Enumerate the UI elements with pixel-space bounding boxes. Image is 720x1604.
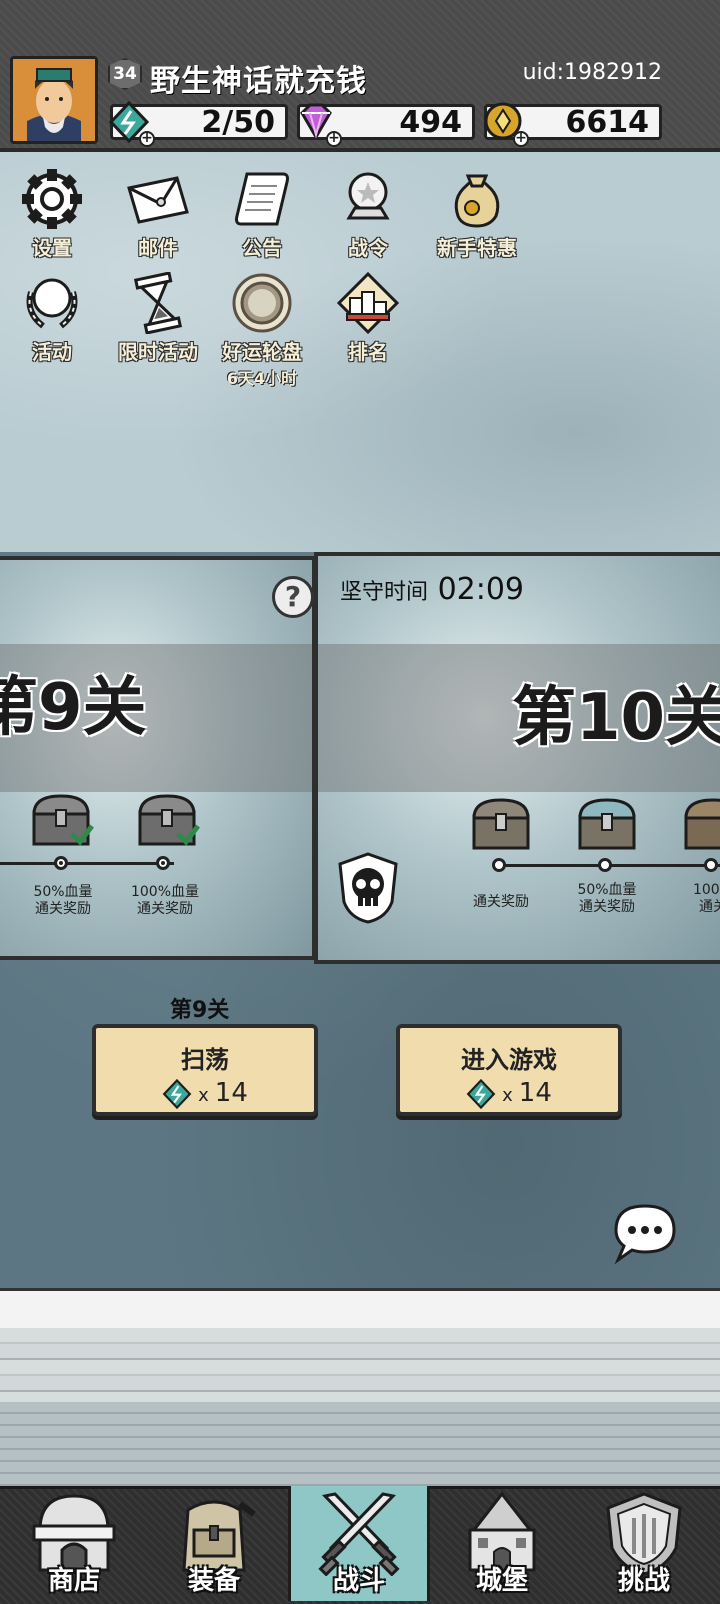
menu-label: 好运轮盘: [222, 340, 302, 364]
energy-icon: [162, 1078, 192, 1109]
energy-counter[interactable]: + 2/50: [109, 101, 288, 147]
mail-icon: [127, 176, 189, 224]
menu-label: 战令: [348, 236, 388, 260]
treasure-chest-icon: [138, 794, 200, 846]
player-name: 野生神话就充钱: [150, 64, 367, 99]
stage-title: 第9关: [0, 671, 147, 745]
nav-label: 装备: [187, 1566, 240, 1596]
cost-multiplier: x: [198, 1085, 209, 1106]
selected-stage-caption: 第9关: [170, 998, 230, 1023]
reward-label: 通关奖励: [473, 894, 529, 910]
timer-value: 02:09: [437, 572, 525, 607]
sweep-button[interactable]: 扫荡 x 14: [92, 1024, 318, 1116]
nav-equipment[interactable]: 装备: [150, 1486, 278, 1601]
avatar-portrait-icon: [13, 59, 95, 141]
nav-challenge[interactable]: 挑战: [580, 1486, 708, 1601]
add-energy-button[interactable]: +: [139, 131, 155, 147]
add-coin-button[interactable]: +: [513, 131, 529, 147]
reward-node: [492, 858, 506, 872]
nav-battle[interactable]: 战斗: [288, 1486, 430, 1601]
chat-bubble-icon[interactable]: [612, 1202, 678, 1264]
battle-pass-icon: [346, 172, 390, 220]
treasure-chest-icon: [684, 798, 720, 850]
nav-label: 挑战: [617, 1566, 670, 1596]
wall-base: [0, 1402, 720, 1486]
gear-icon: [22, 169, 82, 229]
treasure-chest-icon: [472, 798, 530, 850]
sweep-cost-value: 14: [214, 1078, 248, 1108]
reward-node: [598, 858, 612, 872]
menu-limited-events[interactable]: 限时活动: [110, 271, 206, 365]
enter-game-button[interactable]: 进入游戏 x 14: [396, 1024, 622, 1116]
enter-game-cost: x 14: [400, 1078, 618, 1109]
gem-counter[interactable]: + 494: [297, 103, 475, 147]
menu-label: 限时活动: [118, 340, 198, 364]
menu-settings[interactable]: 设置: [4, 168, 100, 261]
help-button[interactable]: ?: [272, 576, 314, 618]
energy-icon: [466, 1078, 496, 1109]
treasure-chest-icon: [578, 798, 636, 850]
gem-value: 494: [399, 105, 462, 140]
hourglass-icon: [133, 271, 183, 335]
wheel-icon: [232, 273, 292, 333]
reward-node: [704, 858, 718, 872]
menu-label: 设置: [32, 236, 72, 260]
menu-announcement[interactable]: 公告: [214, 168, 310, 261]
timer-label: 坚守时间: [340, 580, 429, 605]
enter-game-label: 进入游戏: [461, 1046, 557, 1074]
nav-label: 商店: [47, 1566, 100, 1596]
wheel-countdown: 6天4小时: [226, 369, 298, 388]
player-uid: uid:1982912: [522, 60, 662, 85]
podium-icon: [336, 271, 400, 335]
reward-label: 100% 通关: [692, 882, 720, 915]
reward-node: [54, 856, 68, 870]
add-gem-button[interactable]: +: [326, 131, 342, 147]
stage-card-previous[interactable]: 第9关 50%血量 通关奖励 100%血量 通关奖励: [0, 556, 316, 960]
nav-label: 战斗: [332, 1566, 385, 1596]
menu-mail[interactable]: 邮件: [110, 168, 206, 261]
nav-shop[interactable]: 商店: [10, 1486, 138, 1601]
reward-track: [0, 862, 174, 865]
laurel-icon: [26, 278, 78, 329]
money-bag-icon: [454, 174, 500, 228]
sweep-label: 扫荡: [181, 1046, 229, 1074]
reward-label: 50%血量 通关奖励: [577, 882, 637, 915]
skull-icon[interactable]: [336, 852, 400, 924]
menu-battle-pass[interactable]: 战令: [320, 168, 416, 261]
sweep-cost: x 14: [96, 1078, 314, 1109]
menu-events[interactable]: 活动: [4, 272, 100, 365]
energy-value: 2/50: [201, 105, 275, 140]
stage-title: 第10关: [512, 681, 720, 755]
player-avatar[interactable]: [10, 56, 98, 144]
menu-label: 邮件: [138, 236, 178, 260]
menu-newbie-deal[interactable]: 新手特惠: [429, 168, 525, 261]
coin-counter[interactable]: + 6614: [484, 102, 662, 147]
reward-node: [156, 856, 170, 870]
menu-label: 公告: [242, 236, 282, 260]
menu-ranking[interactable]: 排名: [320, 271, 416, 365]
menu-lucky-wheel[interactable]: 好运轮盘 6天4小时: [214, 272, 310, 389]
menu-label: 排名: [348, 340, 388, 364]
nav-castle[interactable]: 城堡: [438, 1486, 566, 1601]
menu-label: 活动: [32, 340, 72, 364]
reward-label: 50%血量 通关奖励: [33, 884, 93, 917]
cost-multiplier: x: [502, 1085, 513, 1106]
enter-game-cost-value: 14: [518, 1078, 552, 1108]
treasure-chest-icon: [32, 794, 94, 846]
menu-label: 新手特惠: [437, 236, 517, 260]
scroll-icon: [235, 172, 289, 226]
defense-timer: 坚守时间 02:09: [340, 572, 524, 607]
nav-label: 城堡: [475, 1566, 528, 1596]
reward-label: 100%血量 通关奖励: [130, 884, 200, 917]
coin-value: 6614: [565, 105, 650, 140]
